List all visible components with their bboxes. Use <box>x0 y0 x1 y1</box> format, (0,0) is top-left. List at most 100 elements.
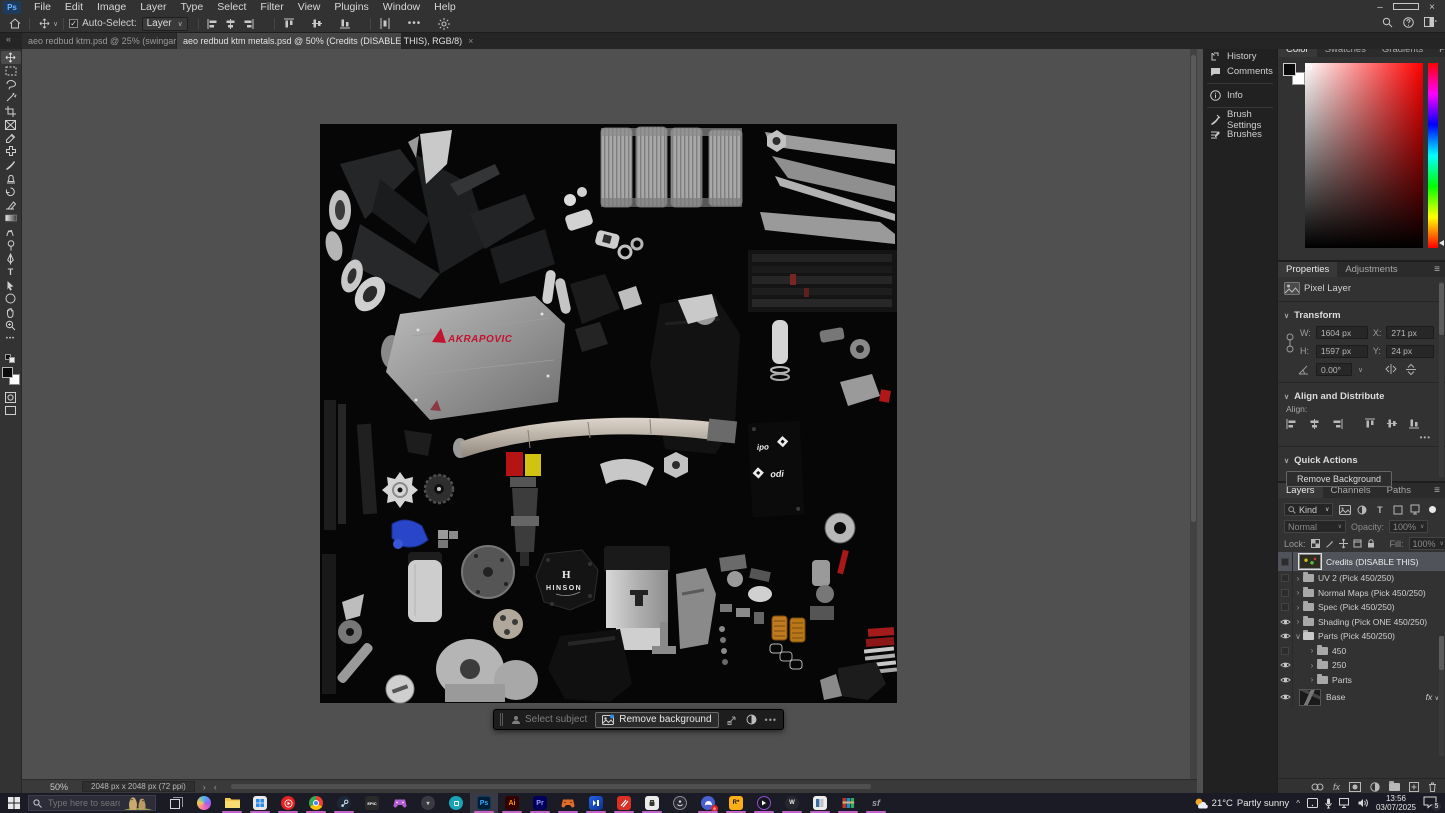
history-brush-tool[interactable] <box>1 185 21 198</box>
angle-field[interactable]: 0.00° <box>1316 363 1352 376</box>
transform-section-header[interactable]: ∨Transform <box>1278 306 1445 323</box>
lock-pixels-icon[interactable] <box>1325 539 1334 548</box>
align-top-icon[interactable] <box>280 16 298 32</box>
group-chevron-icon[interactable]: › <box>1307 646 1317 655</box>
taskbar-app-media-blue[interactable] <box>582 793 610 813</box>
align-bottom-icon[interactable] <box>336 16 354 32</box>
task-view-button[interactable] <box>162 793 190 813</box>
tab-properties[interactable]: Properties <box>1278 262 1337 277</box>
taskbar-app-white-square[interactable] <box>638 793 666 813</box>
layer-row-base[interactable]: Base fx ∨ <box>1278 687 1445 707</box>
flip-horizontal-icon[interactable] <box>1385 364 1397 374</box>
group-chevron-icon[interactable]: › <box>1293 574 1303 583</box>
properties-scrollbar[interactable] <box>1439 281 1444 477</box>
restore-button[interactable] <box>1393 0 1419 15</box>
taskbar-app-medal[interactable] <box>610 793 638 813</box>
layer-row-parts-group[interactable]: ∨ Parts (Pick 450/250) <box>1278 629 1445 644</box>
more-actions-icon[interactable]: ••• <box>765 715 777 725</box>
minimize-button[interactable]: – <box>1367 0 1393 15</box>
remove-background-button[interactable]: Remove background <box>595 712 718 728</box>
menu-layer[interactable]: Layer <box>133 0 173 15</box>
more-options-icon[interactable]: ••• <box>408 18 422 29</box>
layer-filter-kind-dropdown[interactable]: Kind ∨ <box>1284 503 1333 516</box>
foreground-background-swatches[interactable] <box>2 367 20 385</box>
canvas-area[interactable]: AKRAPOVIC ipo <box>22 49 1197 793</box>
quick-mask-icon[interactable] <box>1 391 21 404</box>
dock-info[interactable]: Info <box>1203 88 1277 103</box>
search-icon[interactable] <box>1382 17 1393 31</box>
taskbar-app-chrome[interactable] <box>302 793 330 813</box>
x-field[interactable]: 271 px <box>1386 326 1434 339</box>
crop-tool[interactable] <box>1 105 21 118</box>
dock-history[interactable]: History <box>1203 49 1277 64</box>
smudge-tool[interactable] <box>1 225 21 238</box>
panel-menu-icon[interactable]: ≡ <box>1434 264 1440 275</box>
add-mask-icon[interactable] <box>1349 782 1361 792</box>
filter-toggle-icon[interactable] <box>1426 505 1439 514</box>
align-middle-v-icon[interactable] <box>308 16 326 32</box>
filter-shape-layers-icon[interactable] <box>1391 505 1404 515</box>
taskbar-app-notes[interactable] <box>806 793 834 813</box>
home-icon[interactable] <box>6 16 24 32</box>
menu-window[interactable]: Window <box>376 0 427 15</box>
taskbar-search[interactable] <box>28 795 156 811</box>
auto-select-checkbox[interactable]: ✓ <box>69 19 78 28</box>
visibility-toggle[interactable] <box>1278 644 1293 659</box>
lock-artboard-icon[interactable] <box>1353 539 1362 548</box>
screen-mode-icon[interactable] <box>1 404 21 417</box>
group-chevron-icon[interactable]: › <box>1307 675 1317 684</box>
align-top-edges-icon[interactable] <box>1365 418 1375 429</box>
start-button[interactable] <box>0 797 28 809</box>
eyedropper-tool[interactable] <box>1 131 21 144</box>
zoom-tool[interactable] <box>1 319 21 332</box>
workspace-switcher-icon[interactable] <box>1424 17 1437 30</box>
move-tool[interactable] <box>1 51 21 64</box>
link-layers-icon[interactable] <box>1311 783 1324 791</box>
filter-type-layers-icon[interactable]: T <box>1374 505 1387 515</box>
visibility-toggle[interactable] <box>1278 658 1293 673</box>
menu-image[interactable]: Image <box>90 0 133 15</box>
constrain-link-icon[interactable] <box>1286 329 1294 359</box>
group-chevron-icon[interactable]: › <box>1293 603 1303 612</box>
flip-vertical-icon[interactable] <box>1405 364 1417 375</box>
visibility-toggle[interactable] <box>1278 586 1293 601</box>
align-left-icon[interactable] <box>204 16 222 32</box>
taskbar-app-gray-circle[interactable]: ▾ <box>414 793 442 813</box>
layer-fx-badge[interactable]: fx ∨ <box>1426 692 1439 702</box>
taskbar-app-microsoft-store[interactable] <box>246 793 274 813</box>
align-section-header[interactable]: ∨Align and Distribute <box>1278 387 1445 404</box>
layer-row-parts[interactable]: › Parts <box>1278 673 1445 688</box>
select-subject-button[interactable]: Select subject <box>511 714 587 725</box>
filter-smart-objects-icon[interactable] <box>1409 504 1422 515</box>
taskbar-app-game-controller[interactable] <box>386 793 414 813</box>
canvas-vertical-scrollbar[interactable] <box>1190 49 1197 779</box>
shape-tool[interactable] <box>1 292 21 305</box>
adjustments-icon[interactable] <box>746 714 757 725</box>
gradient-tool[interactable] <box>1 212 21 225</box>
remove-background-quick-action[interactable]: Remove Background <box>1286 471 1392 487</box>
taskbar-app-obs[interactable] <box>666 793 694 813</box>
blend-mode-dropdown[interactable]: Normal∨ <box>1284 520 1346 533</box>
canvas-horizontal-scrollbar[interactable] <box>231 784 871 789</box>
taskbar-app-discord[interactable]: 9 <box>694 793 722 813</box>
visibility-toggle[interactable] <box>1278 673 1293 688</box>
menu-file[interactable]: File <box>27 0 58 15</box>
workspace-gear-icon[interactable] <box>435 16 453 32</box>
healing-brush-tool[interactable] <box>1 145 21 158</box>
marquee-tool[interactable] <box>1 64 21 77</box>
volume-icon[interactable] <box>1358 798 1369 808</box>
taskbar-app-epic-games[interactable]: EPIC <box>358 793 386 813</box>
layer-thumbnail[interactable] <box>1299 554 1321 569</box>
new-layer-icon[interactable] <box>1409 782 1419 792</box>
close-button[interactable]: × <box>1419 0 1445 15</box>
visibility-toggle[interactable] <box>1278 600 1293 615</box>
align-v-centers-icon[interactable] <box>1387 418 1397 429</box>
menu-plugins[interactable]: Plugins <box>327 0 375 15</box>
layer-row-shading[interactable]: › Shading (Pick ONE 450/250) <box>1278 615 1445 630</box>
group-chevron-icon[interactable]: › <box>1307 661 1317 670</box>
taskbar-app-steam[interactable] <box>330 793 358 813</box>
edit-toolbar-icon[interactable]: ••• <box>1 332 21 345</box>
height-field[interactable]: 1597 px <box>1316 345 1368 358</box>
taskbar-app-orange-controller[interactable] <box>554 793 582 813</box>
align-left-edges-icon[interactable] <box>1286 419 1297 429</box>
